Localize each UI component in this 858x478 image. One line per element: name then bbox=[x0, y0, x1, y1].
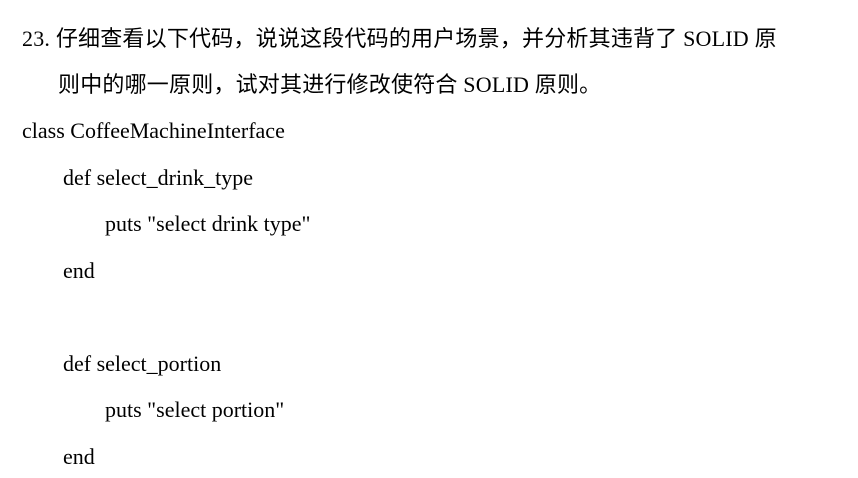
question-line-2: 则中的哪一原则，试对其进行修改使符合 SOLID 原则。 bbox=[58, 71, 601, 99]
code-line-def-select-drink-type: def select_drink_type bbox=[63, 165, 253, 190]
code-line-end-2: end bbox=[63, 444, 95, 469]
question-number: 23. bbox=[22, 26, 51, 51]
code-line-class: class CoffeeMachineInterface bbox=[22, 118, 285, 143]
question-line-1: 23. 仔细查看以下代码，说说这段代码的用户场景，并分析其违背了 SOLID 原 bbox=[22, 25, 777, 53]
code-line-puts-drink-type: puts "select drink type" bbox=[105, 211, 311, 236]
code-line-def-select-portion: def select_portion bbox=[63, 351, 222, 376]
question-text-line-1: 仔细查看以下代码，说说这段代码的用户场景，并分析其违背了 SOLID 原 bbox=[55, 26, 777, 51]
code-line-puts-portion: puts "select portion" bbox=[105, 397, 285, 422]
question-text-line-2: 则中的哪一原则，试对其进行修改使符合 SOLID 原则。 bbox=[58, 72, 602, 97]
code-line-end-1: end bbox=[63, 258, 95, 283]
